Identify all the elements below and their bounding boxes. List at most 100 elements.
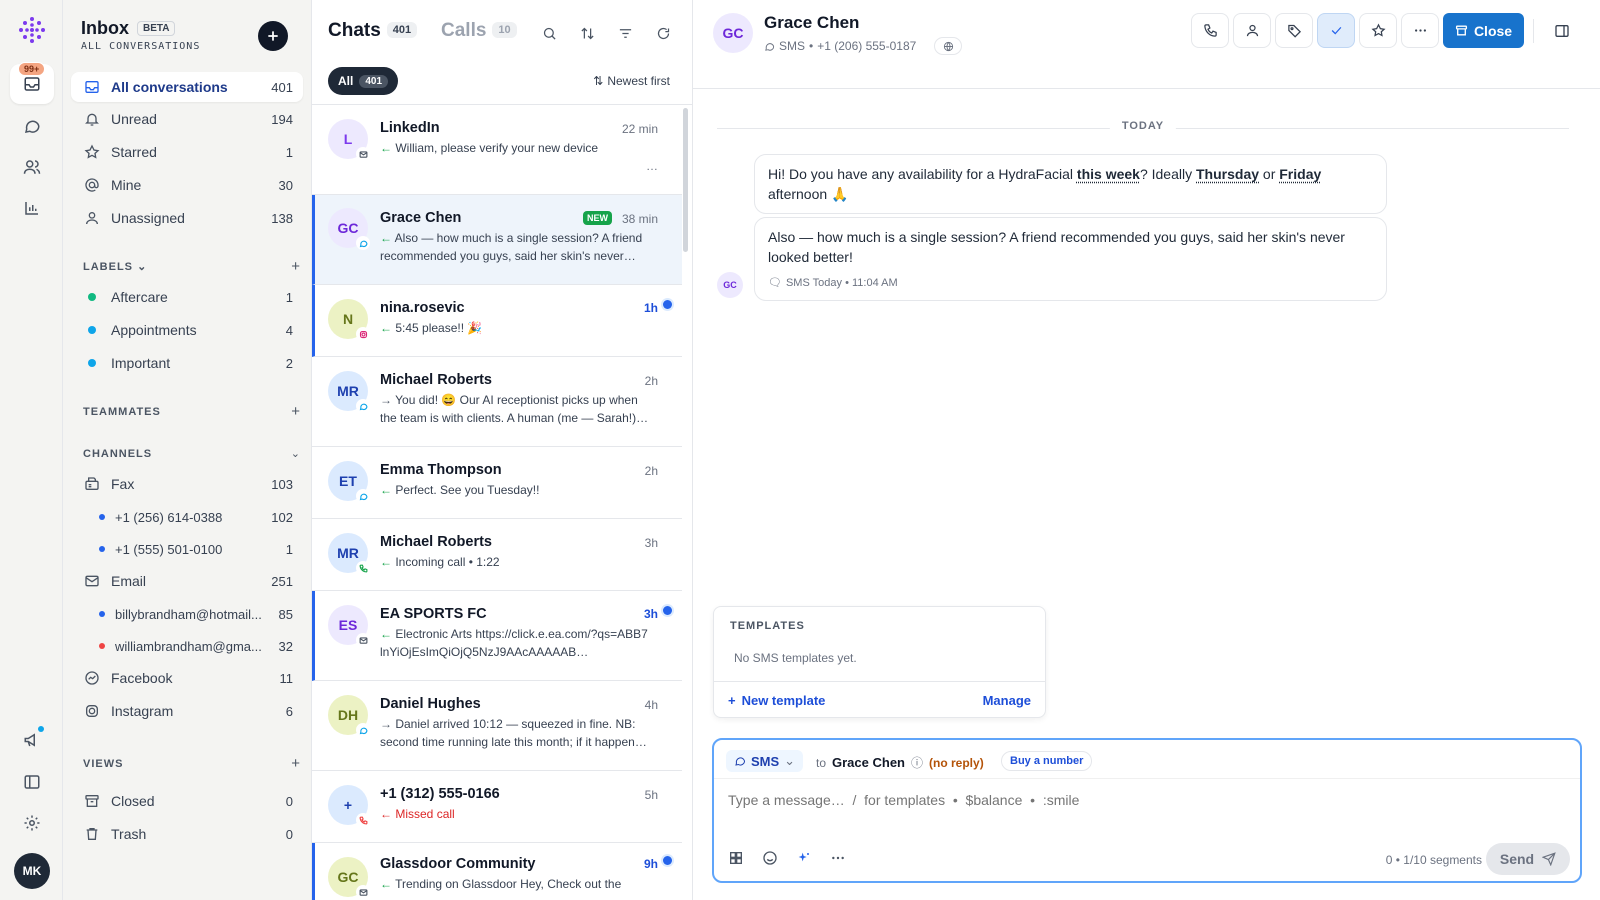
user-avatar[interactable]: MK bbox=[14, 853, 50, 889]
conversation-item[interactable]: L LinkedIn 22 min ← William, please veri… bbox=[312, 105, 682, 195]
view-closed[interactable]: Closed 0 bbox=[71, 786, 303, 816]
avatar: + bbox=[328, 785, 370, 827]
nav-all-conversations[interactable]: All conversations 401 bbox=[71, 72, 303, 102]
view-trash[interactable]: Trash 0 bbox=[71, 819, 303, 849]
add-label-plus-icon[interactable]: + bbox=[291, 258, 301, 275]
view-name: Closed bbox=[111, 793, 155, 809]
label-button[interactable] bbox=[1275, 13, 1313, 48]
chats-count: 401 bbox=[386, 22, 418, 38]
labels-section-header[interactable]: LABELS ⌄ + bbox=[83, 258, 301, 275]
nav-count: 194 bbox=[271, 111, 293, 127]
buy-number-button[interactable]: Buy a number bbox=[1001, 751, 1093, 771]
add-view-plus-icon[interactable]: + bbox=[291, 755, 301, 772]
beta-badge: BETA bbox=[137, 21, 176, 36]
new-template-button[interactable]: + New template bbox=[728, 693, 825, 708]
highlight-this-week[interactable]: this week bbox=[1077, 166, 1140, 182]
avatar: GC bbox=[328, 208, 370, 250]
conversation-item[interactable]: N nina.rosevic 1h ← 5:45 please!! 🎉 bbox=[312, 285, 682, 357]
recipient-info: to Grace Chen ⓘ (no reply) bbox=[816, 754, 984, 771]
channel-selector[interactable]: SMS ⌄ bbox=[726, 750, 804, 772]
settings-icon[interactable] bbox=[10, 803, 54, 843]
contact-name-header[interactable]: Grace Chen bbox=[764, 13, 859, 33]
send-button[interactable]: Send bbox=[1486, 843, 1570, 875]
label-item-important[interactable]: Important 2 bbox=[71, 348, 303, 378]
refresh-icon[interactable] bbox=[652, 22, 674, 44]
message-preview: ← Incoming call • 1:22 bbox=[380, 555, 500, 569]
channel-facebook[interactable]: Facebook 11 bbox=[71, 663, 303, 693]
close-conversation-button[interactable]: Close bbox=[1443, 13, 1524, 48]
views-section-header[interactable]: VIEWS + bbox=[83, 755, 301, 772]
channel-fax-number-2[interactable]: +1 (555) 501-0100 1 bbox=[71, 534, 303, 564]
template-grid-icon[interactable] bbox=[728, 850, 744, 866]
add-teammate-plus-icon[interactable]: + bbox=[291, 403, 301, 420]
toggle-details-panel-button[interactable] bbox=[1543, 13, 1581, 48]
globe-icon[interactable] bbox=[934, 37, 963, 55]
reports-icon[interactable] bbox=[10, 188, 54, 228]
star-icon bbox=[1370, 23, 1386, 37]
star-button[interactable] bbox=[1359, 13, 1397, 48]
more-options-button[interactable] bbox=[1401, 13, 1439, 48]
timestamp: 5h bbox=[644, 788, 658, 802]
ellipsis-icon[interactable] bbox=[830, 850, 846, 866]
channel-name: billybrandham@hotmail... bbox=[115, 606, 262, 622]
channel-name: Fax bbox=[111, 476, 135, 492]
person-icon bbox=[83, 209, 101, 227]
mark-done-button[interactable] bbox=[1317, 13, 1355, 48]
contacts-icon[interactable] bbox=[10, 147, 54, 187]
info-icon[interactable]: ⓘ bbox=[911, 754, 923, 771]
conversation-item[interactable]: DH Daniel Hughes 4h → Daniel arrived 10:… bbox=[312, 681, 682, 771]
tab-calls[interactable]: Calls 10 bbox=[441, 20, 517, 42]
filter-icon[interactable] bbox=[614, 22, 636, 44]
tab-chats[interactable]: Chats 401 bbox=[328, 20, 418, 42]
avatar: MR bbox=[328, 371, 370, 413]
message-preview: ← Perfect. See you Tuesday!! bbox=[380, 483, 540, 497]
assign-button[interactable] bbox=[1233, 13, 1271, 48]
channel-email-hotmail[interactable]: billybrandham@hotmail... 85 bbox=[71, 599, 303, 629]
highlight-friday[interactable]: Friday bbox=[1279, 166, 1321, 182]
call-button[interactable] bbox=[1191, 13, 1229, 48]
channel-name: Facebook bbox=[111, 670, 173, 686]
channel-instagram[interactable]: Instagram 6 bbox=[71, 696, 303, 726]
list-scrollbar[interactable] bbox=[683, 108, 688, 252]
trash-icon bbox=[83, 825, 101, 843]
inbox-nav-button[interactable]: 99+ bbox=[10, 62, 54, 104]
conversation-item[interactable]: MR Michael Roberts 2h → You did! 😄 Our A… bbox=[312, 357, 682, 447]
emoji-icon[interactable] bbox=[762, 850, 778, 866]
nav-unread[interactable]: Unread 194 bbox=[71, 104, 303, 134]
conversation-item-selected[interactable]: GC Grace Chen NEW 38 min ← Also — how mu… bbox=[312, 195, 682, 285]
message-input[interactable] bbox=[728, 792, 1328, 808]
megaphone-icon[interactable] bbox=[10, 720, 54, 760]
teammates-section-header[interactable]: TEAMMATES + bbox=[83, 403, 301, 420]
sort-newest-first[interactable]: ⇅ Newest first bbox=[593, 74, 670, 88]
filter-all-chip[interactable]: All 401 bbox=[328, 67, 399, 95]
channel-email[interactable]: Email 251 bbox=[71, 566, 303, 596]
channel-fax[interactable]: Fax 103 bbox=[71, 469, 303, 499]
sort-arrows-icon: ⇅ bbox=[593, 74, 604, 88]
panel-icon[interactable] bbox=[10, 762, 54, 802]
search-icon[interactable] bbox=[538, 22, 560, 44]
conversation-item[interactable]: GC Glassdoor Community 9h ← Trending on … bbox=[312, 843, 682, 900]
logo-icon[interactable] bbox=[10, 10, 54, 50]
channel-email-gmail[interactable]: williambrandham@gma... 32 bbox=[71, 631, 303, 661]
ai-sparkle-icon[interactable] bbox=[796, 850, 812, 866]
sort-icon[interactable] bbox=[576, 22, 598, 44]
conversation-item[interactable]: MR Michael Roberts 3h ← Incoming call • … bbox=[312, 519, 682, 591]
conversation-item[interactable]: ET Emma Thompson 2h ← Perfect. See you T… bbox=[312, 447, 682, 519]
message-meta: 🗨 SMS Today • 11:04 AM bbox=[768, 273, 1373, 293]
timestamp: 22 min bbox=[621, 122, 658, 136]
nav-starred[interactable]: Starred 1 bbox=[71, 137, 303, 167]
sms-icon bbox=[356, 236, 370, 250]
channels-section-header[interactable]: CHANNELS ⌄ bbox=[83, 447, 301, 461]
nav-mine[interactable]: Mine 30 bbox=[71, 170, 303, 200]
manage-templates-link[interactable]: Manage bbox=[983, 693, 1031, 708]
highlight-thursday[interactable]: Thursday bbox=[1196, 166, 1259, 182]
chat-bubble-icon[interactable] bbox=[10, 106, 54, 146]
new-conversation-button[interactable] bbox=[258, 21, 288, 51]
label-item-aftercare[interactable]: Aftercare 1 bbox=[71, 282, 303, 312]
nav-unassigned[interactable]: Unassigned 138 bbox=[71, 203, 303, 233]
conversation-item[interactable]: + +1 (312) 555-0166 5h ← Missed call bbox=[312, 771, 682, 843]
label-item-appointments[interactable]: Appointments 4 bbox=[71, 315, 303, 345]
chevron-down-icon[interactable]: ⌄ bbox=[291, 447, 301, 460]
conversation-item[interactable]: ES EA SPORTS FC 3h ← Electronic Arts htt… bbox=[312, 591, 682, 681]
channel-fax-number-1[interactable]: +1 (256) 614-0388 102 bbox=[71, 502, 303, 532]
